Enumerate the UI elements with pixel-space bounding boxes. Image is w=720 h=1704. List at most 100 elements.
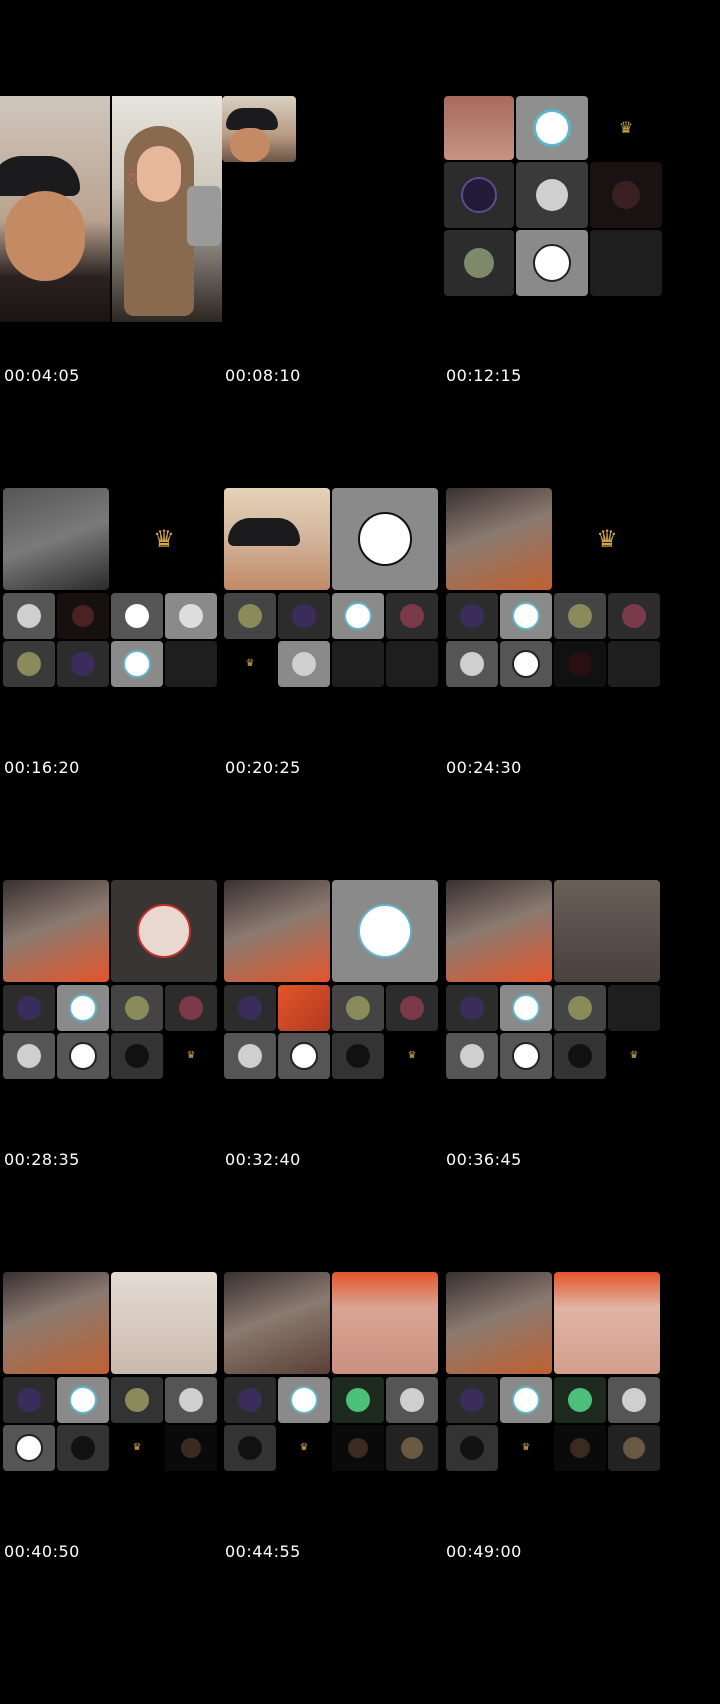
avatar [358,904,412,958]
participant-tile [386,593,438,639]
participant-tile [332,593,384,639]
thumbnail-10[interactable]: ♛ 00:40:50 [0,1272,236,1561]
avatar [15,1434,43,1462]
avatar [568,604,592,628]
thumbnail-12[interactable]: ♛ 00:49:00 [444,1272,680,1561]
avatar [17,1044,41,1068]
video-tile-host [3,880,109,982]
participant-tile [278,1033,330,1079]
avatar [461,177,497,213]
participant-tile [57,985,109,1031]
thumbnail-5[interactable]: ♛ 00:20:25 [222,488,458,777]
face-shape [137,146,181,202]
video-tile-host [446,1272,552,1374]
avatar [400,996,424,1020]
participant-tile [165,1425,217,1471]
timestamp: 00:32:40 [225,1150,301,1169]
empty-tile [608,985,660,1031]
avatar [460,1436,484,1460]
avatar [622,1388,646,1412]
thumbnail-6[interactable]: ♛ 00:24:30 [444,488,680,777]
participant-tile [57,593,109,639]
participant-tile [3,1425,55,1471]
thumbnail-8[interactable]: ♛ 00:32:40 [222,880,458,1169]
participant-tile [3,985,55,1031]
thumbnail-11[interactable]: ♛ 00:44:55 [222,1272,458,1561]
participant-tile [554,1033,606,1079]
participant-tile [554,880,660,982]
face-shape [5,191,85,281]
avatar [358,512,412,566]
avatar [623,1437,645,1459]
timestamp: 00:44:55 [225,1542,301,1561]
avatar [181,1438,201,1458]
participant-tile: ♛ [111,488,217,590]
participant-tile [224,1425,276,1471]
participant-tile [332,1377,384,1423]
avatar [401,1437,423,1459]
avatar [125,604,149,628]
participant-tile [608,1425,660,1471]
avatar [400,1388,424,1412]
avatar [125,1388,149,1412]
participant-tile [111,880,217,982]
avatar [125,996,149,1020]
avatar [179,1388,203,1412]
participant-tile [554,1272,660,1374]
avatar [460,1044,484,1068]
avatar [533,244,571,282]
thumbnail-3[interactable]: ♛ 00:12:15 [444,96,680,385]
avatar [238,996,262,1020]
avatar [568,996,592,1020]
avatar [460,652,484,676]
video-tile-host [224,1272,330,1374]
participant-tile [111,985,163,1031]
avatar [460,996,484,1020]
avatar [71,652,95,676]
participant-tile [554,985,606,1031]
timestamp: 00:24:30 [446,758,522,777]
timestamp: 00:40:50 [4,1542,80,1561]
participant-tile: ♛ [224,641,276,687]
thumbnail-1[interactable]: ♡ 00:04:05 [0,96,236,385]
avatar [536,179,568,211]
timestamp: 00:20:25 [225,758,301,777]
participant-tile [446,985,498,1031]
thumbnail-2[interactable]: 00:08:10 [222,96,458,385]
participant-tile [165,1377,217,1423]
participant-tile [500,641,552,687]
participant-tile [446,1377,498,1423]
avatar [71,1436,95,1460]
participant-tile [165,985,217,1031]
cap-shape [228,518,300,546]
thumbnail-4[interactable]: ♛ 00:16:20 [0,488,236,777]
participant-tile [500,1377,552,1423]
thumbnail-9[interactable]: ♛ 00:36:45 [444,880,680,1169]
video-tile-host [0,96,110,322]
video-tile-host [444,96,514,160]
participant-tile [590,162,662,228]
thumbnail-7[interactable]: ♛ 00:28:35 [0,880,236,1169]
avatar [344,602,372,630]
timestamp: 00:04:05 [4,366,80,385]
timestamp: 00:36:45 [446,1150,522,1169]
participant-tile [278,985,330,1031]
video-tile-host [224,880,330,982]
avatar [238,604,262,628]
participant-tile [608,1377,660,1423]
avatar [69,1042,97,1070]
crown-logo-icon: ♛ [299,1442,309,1453]
heart-icon: ♡ [126,172,139,188]
timestamp: 00:49:00 [446,1542,522,1561]
avatar [533,109,571,147]
avatar [346,996,370,1020]
participant-tile [3,593,55,639]
participant-tile [386,1425,438,1471]
avatar [290,1386,318,1414]
avatar [512,650,540,678]
avatar [570,1438,590,1458]
avatar [137,904,191,958]
face-shape [230,128,270,162]
avatar [400,604,424,628]
participant-tile: ♛ [111,1425,163,1471]
